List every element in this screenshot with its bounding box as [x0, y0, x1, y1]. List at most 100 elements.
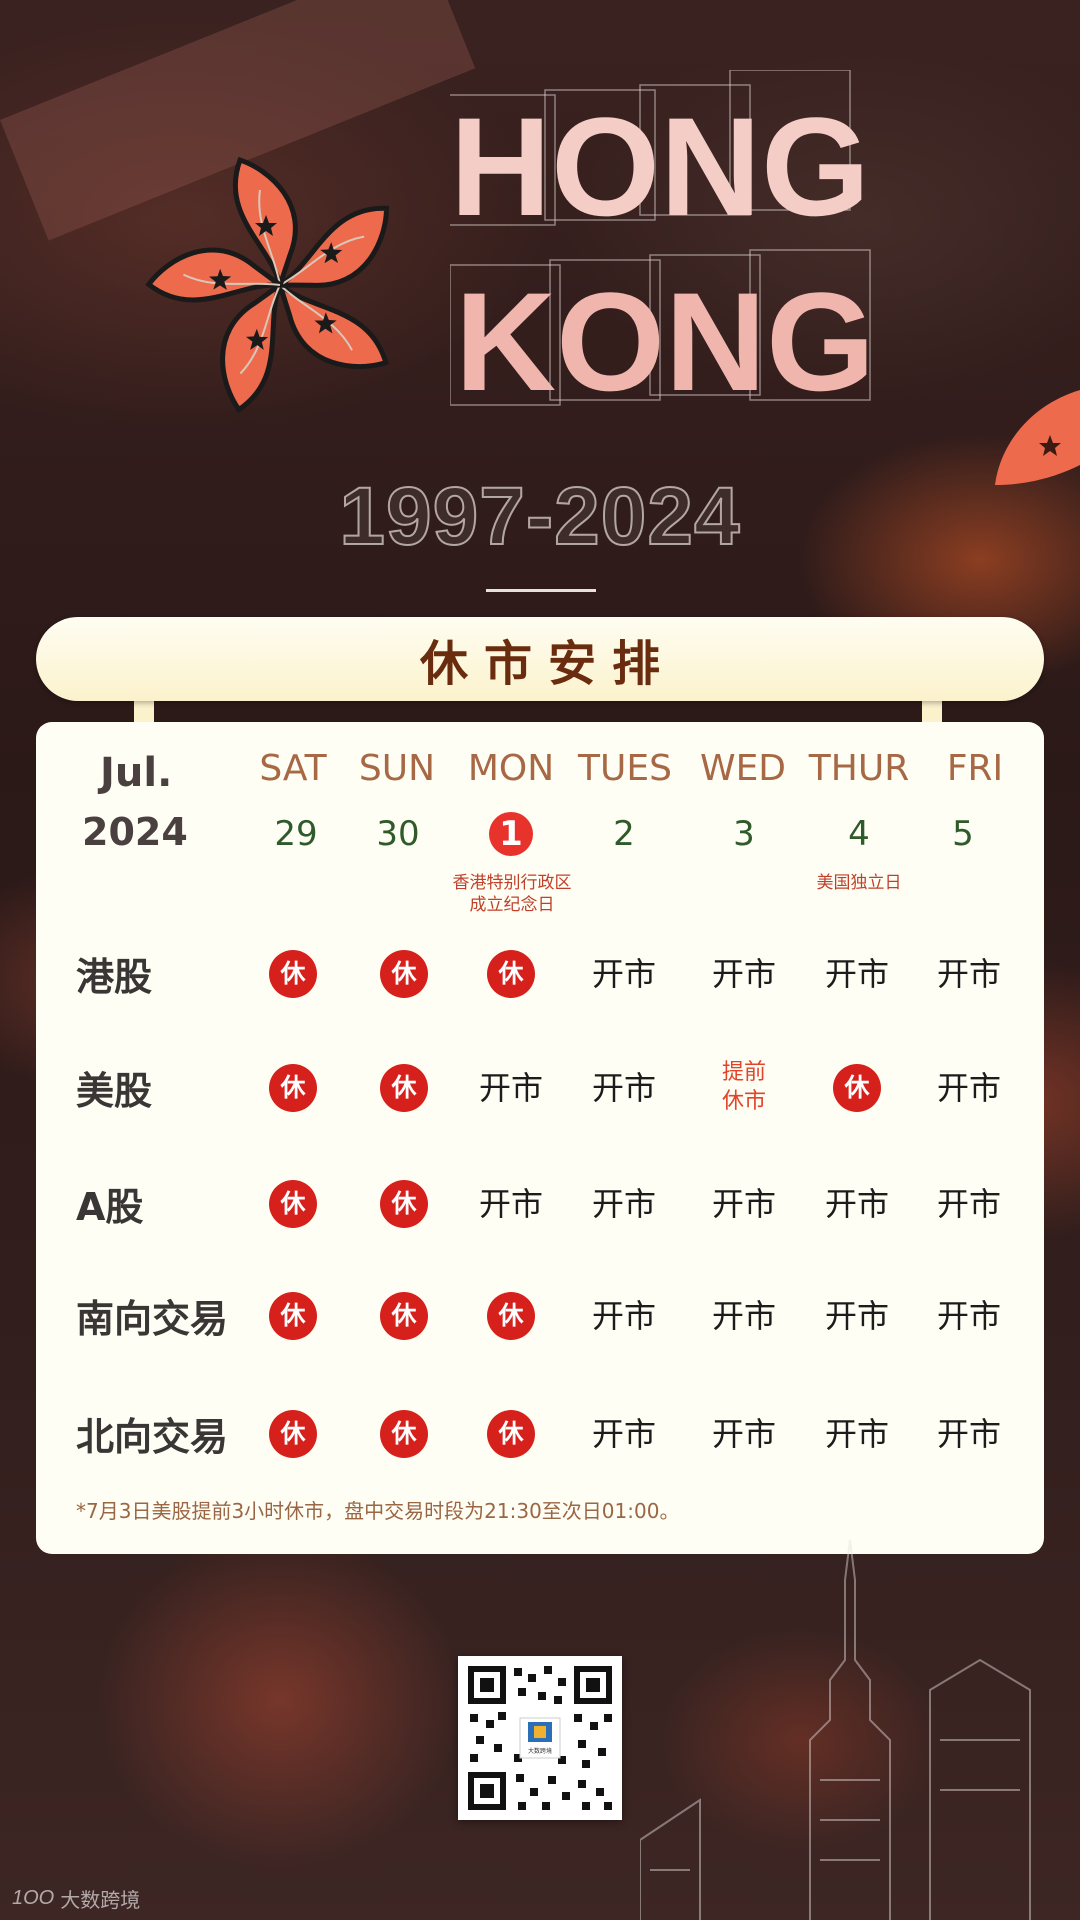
market-label: 港股 — [76, 955, 153, 999]
day-name-sun: SUN — [358, 748, 436, 789]
closed-icon: 休 — [269, 1064, 317, 1112]
early-close-text: 提前 — [721, 1060, 766, 1085]
open-status: 开市 — [914, 950, 1024, 998]
qr-center-text: 大数跨境 — [528, 1747, 552, 1755]
open-text: 开市 — [936, 1415, 1001, 1453]
open-status: 开市 — [802, 1410, 912, 1458]
closed-badge: 休 — [349, 950, 459, 998]
day-number-holiday: 1 — [456, 812, 566, 856]
skyline-outline — [640, 1540, 1031, 1920]
title-banner: 休市安排 — [36, 617, 1044, 701]
market-label: A股 — [76, 1185, 144, 1229]
closed-icon: 休 — [833, 1064, 881, 1112]
early-close-text: 休市 — [721, 1089, 766, 1114]
brand-logo-icon: 1OO — [12, 1887, 55, 1909]
year-label: 2024 — [82, 810, 188, 854]
early-close-status: 提前 休市 — [689, 1058, 799, 1116]
closed-badge: 休 — [349, 1410, 459, 1458]
open-status: 开市 — [456, 1180, 566, 1228]
open-status: 开市 — [914, 1292, 1024, 1340]
open-text: 开市 — [824, 955, 889, 993]
day-name-fri: FRI — [946, 748, 1004, 789]
open-status: 开市 — [689, 1292, 799, 1340]
closed-icon: 休 — [380, 950, 428, 998]
day-number: 29 — [274, 814, 318, 854]
closed-icon: 休 — [269, 950, 317, 998]
closed-icon: 休 — [380, 1180, 428, 1228]
open-text: 开市 — [711, 1185, 776, 1223]
open-text: 开市 — [478, 1069, 543, 1107]
brand-watermark: 1OO 大数跨境 — [12, 1884, 140, 1913]
closed-icon: 休 — [380, 1292, 428, 1340]
holiday-marker: 1 — [489, 812, 533, 856]
market-label: 北向交易 — [76, 1415, 229, 1459]
closed-icon: 休 — [269, 1180, 317, 1228]
closed-badge: 休 — [238, 1292, 348, 1340]
day-name-mon: MON — [467, 748, 555, 789]
closed-badge: 休 — [456, 950, 566, 998]
closed-badge: 休 — [456, 1292, 566, 1340]
closed-badge: 休 — [349, 1292, 459, 1340]
open-text: 开市 — [824, 1185, 889, 1223]
kong-text: KONG — [455, 263, 875, 420]
open-text: 开市 — [591, 1297, 656, 1335]
holiday-note-hk: 香港特别行政区 成立纪念日 — [432, 872, 592, 916]
open-text: 开市 — [711, 1297, 776, 1335]
open-text: 开市 — [936, 1185, 1001, 1223]
open-text: 开市 — [936, 1069, 1001, 1107]
closed-badge: 休 — [238, 1064, 348, 1112]
hong-kong-lettering: HONG KONG — [450, 70, 875, 420]
closed-icon: 休 — [269, 1410, 317, 1458]
open-status: 开市 — [802, 1180, 912, 1228]
day-number: 30 — [376, 814, 420, 854]
open-text: 开市 — [824, 1415, 889, 1453]
open-text: 开市 — [711, 955, 776, 993]
open-status: 开市 — [569, 1180, 679, 1228]
open-status: 开市 — [914, 1180, 1024, 1228]
open-status: 开市 — [569, 1064, 679, 1112]
closed-icon: 休 — [487, 1292, 535, 1340]
closed-badge: 休 — [349, 1180, 459, 1228]
day-number: 5 — [952, 814, 974, 854]
open-text: 开市 — [711, 1415, 776, 1453]
closed-icon: 休 — [380, 1410, 428, 1458]
closed-icon: 休 — [380, 1064, 428, 1112]
holiday-note-us: 美国独立日 — [789, 872, 929, 894]
holiday-note-line: 香港特别行政区 — [452, 873, 572, 893]
open-status: 开市 — [802, 1292, 912, 1340]
bauhinia-flower-icon — [145, 156, 390, 414]
open-status: 开市 — [689, 1180, 799, 1228]
open-status: 开市 — [569, 1410, 679, 1458]
open-status: 开市 — [802, 950, 912, 998]
closed-icon: 休 — [487, 950, 535, 998]
open-status: 开市 — [456, 1064, 566, 1112]
banner-title: 休市安排 — [419, 636, 676, 692]
open-status: 开市 — [569, 1292, 679, 1340]
open-status: 开市 — [569, 950, 679, 998]
closed-badge: 休 — [238, 1180, 348, 1228]
closed-badge: 休 — [238, 1410, 348, 1458]
hong-text: HONG — [450, 88, 870, 245]
day-name-thur: THUR — [808, 748, 910, 789]
footnote: *7月3日美股提前3小时休市，盘中交易时段为21:30至次日01:00。 — [76, 1499, 680, 1523]
market-label: 南向交易 — [76, 1297, 229, 1341]
open-text: 开市 — [591, 955, 656, 993]
brand-name: 大数跨境 — [60, 1888, 141, 1912]
day-number: 3 — [733, 814, 755, 854]
open-text: 开市 — [591, 1185, 656, 1223]
closed-badge: 休 — [349, 1064, 459, 1112]
day-name-sat: SAT — [259, 748, 327, 789]
qr-code: 大数跨境 — [458, 1656, 622, 1820]
closed-badge: 休 — [238, 950, 348, 998]
market-label: 美股 — [76, 1069, 153, 1113]
day-name-tues: TUES — [578, 748, 672, 789]
month-label: Jul. — [100, 750, 173, 796]
open-status: 开市 — [914, 1410, 1024, 1458]
closed-icon: 休 — [487, 1410, 535, 1458]
day-number: 2 — [613, 814, 635, 854]
closed-icon: 休 — [269, 1292, 317, 1340]
open-text: 开市 — [591, 1415, 656, 1453]
open-text: 开市 — [478, 1185, 543, 1223]
open-status: 开市 — [914, 1064, 1024, 1112]
day-number: 4 — [848, 814, 870, 854]
